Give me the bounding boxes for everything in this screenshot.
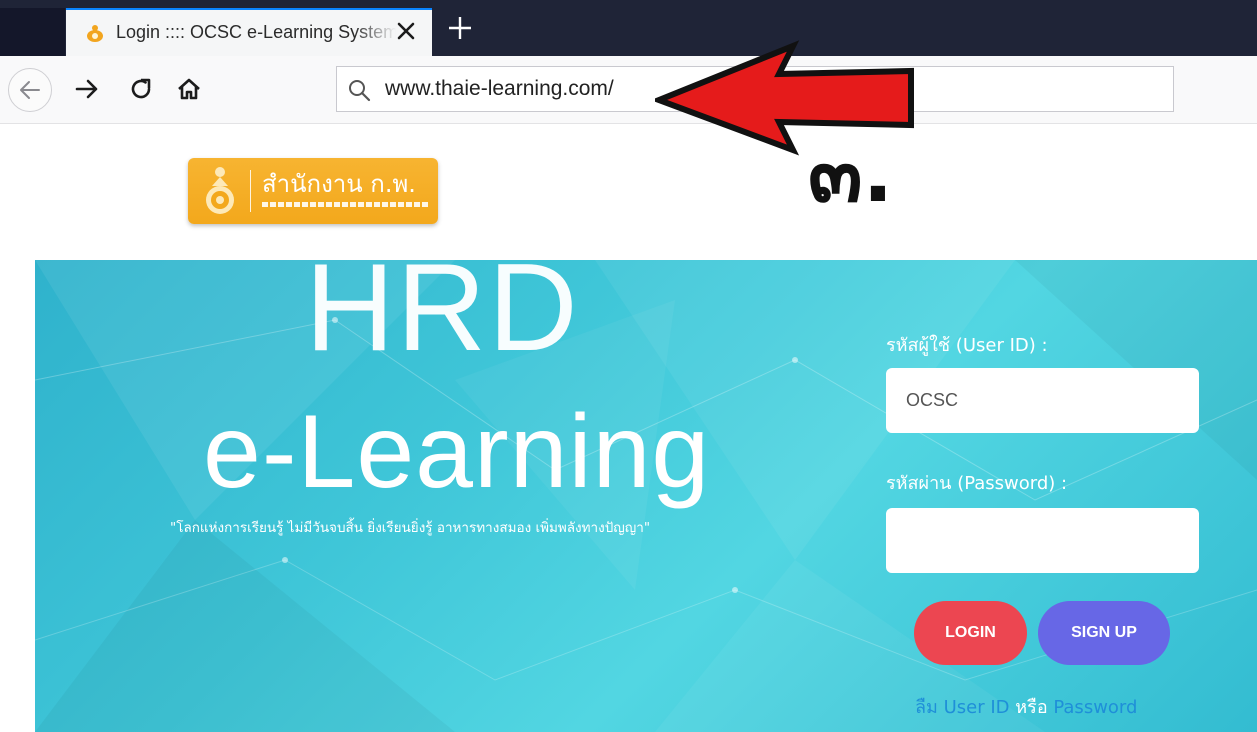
hero-title-elearning: e-Learning (203, 394, 711, 510)
hero-slogan: "โลกแห่งการเรียนรู้ ไม่มีวันจบสิ้น ยิ่งเ… (170, 520, 651, 536)
browser-tab-strip: Login :::: OCSC e-Learning System (0, 0, 1257, 56)
back-arrow-icon (20, 81, 40, 99)
forgot-password-link[interactable]: Password (1053, 697, 1137, 718)
logo-divider (250, 170, 251, 212)
forward-arrow-icon[interactable] (74, 76, 100, 102)
forgot-or-text: หรือ (1015, 697, 1048, 718)
login-button[interactable]: LOGIN (914, 601, 1027, 665)
red-annotation-arrow-icon (655, 40, 914, 156)
hero-banner: HRD e-Learning "โลกแห่งการเรียนรู้ ไม่มี… (35, 260, 1257, 732)
close-tab-icon[interactable] (394, 19, 418, 43)
logo-text: สำนักงาน ก.พ. (262, 170, 416, 198)
browser-toolbar: www.thaie-learning.com/ (0, 56, 1257, 124)
reload-icon[interactable] (128, 76, 154, 102)
forgot-user-id-link[interactable]: ลืม User ID (915, 697, 1010, 718)
browser-tab[interactable]: Login :::: OCSC e-Learning System (66, 8, 432, 56)
home-icon[interactable] (176, 76, 202, 102)
logo-subtitle-line (262, 202, 428, 207)
back-button[interactable] (8, 68, 52, 112)
tab-strip-spacer (0, 8, 65, 56)
hero-title-hrd: HRD (305, 260, 580, 377)
ocsc-favicon-icon (86, 23, 104, 43)
url-text[interactable]: www.thaie-learning.com/ (385, 77, 614, 101)
signup-button[interactable]: SIGN UP (1038, 601, 1170, 665)
ocsc-logo[interactable]: สำนักงาน ก.พ. (188, 158, 438, 224)
new-tab-plus-icon[interactable] (446, 14, 474, 42)
user-id-label: รหัสผู้ใช้ (User ID) : (886, 335, 1048, 356)
tab-title: Login :::: OCSC e-Learning System (116, 22, 396, 42)
search-icon (347, 78, 371, 106)
forgot-credentials-links: ลืม User ID หรือ Password (915, 692, 1137, 721)
password-label: รหัสผ่าน (Password) : (886, 473, 1068, 494)
user-id-input[interactable] (886, 368, 1199, 433)
ocsc-emblem-icon (198, 166, 242, 220)
password-input[interactable] (886, 508, 1199, 573)
